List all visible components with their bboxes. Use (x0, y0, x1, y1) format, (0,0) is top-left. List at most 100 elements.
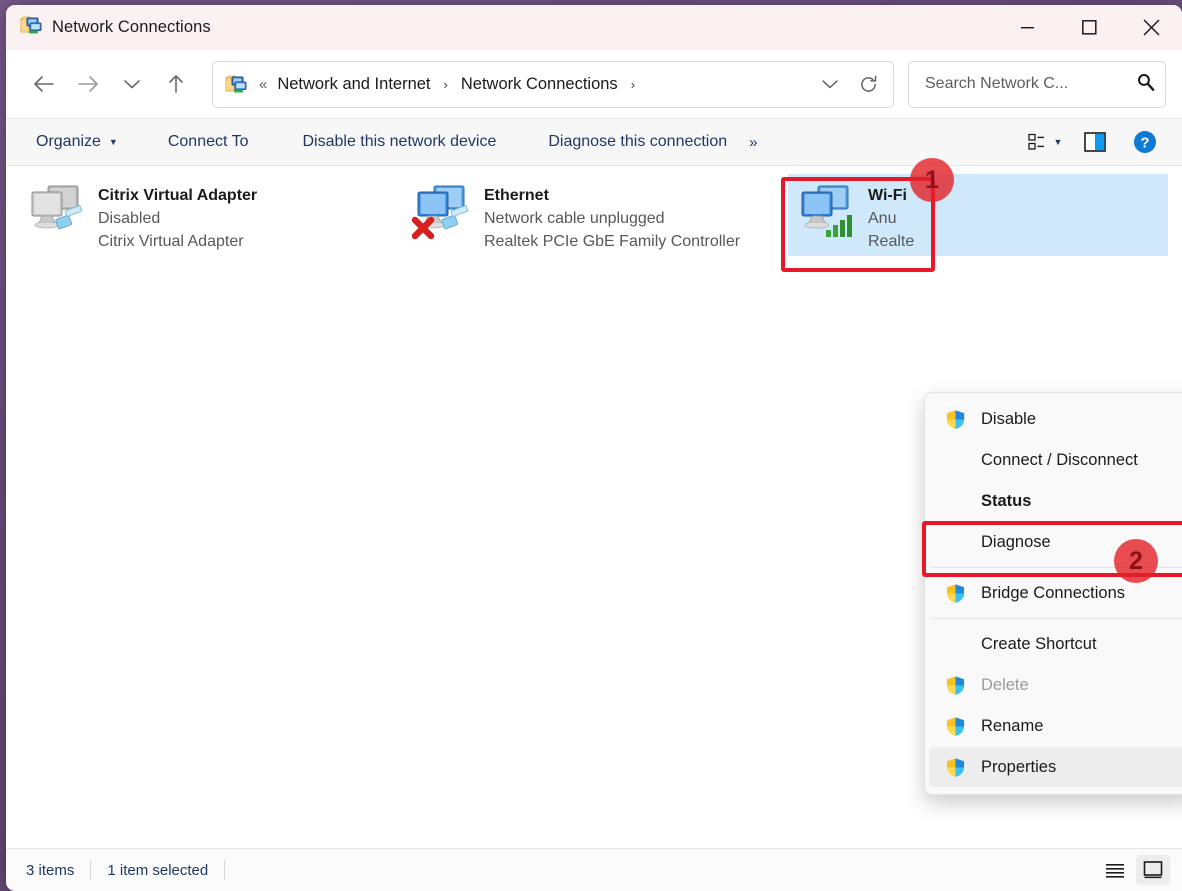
address-bar-icon (225, 74, 247, 94)
minimize-button[interactable] (996, 5, 1058, 50)
connection-status: Disabled (98, 210, 161, 228)
navigation-bar: « Network and Internet › Network Connect… (6, 50, 1182, 118)
recent-locations-button[interactable] (110, 64, 154, 104)
connection-tile-citrix-virtual-adapter[interactable]: Citrix Virtual Adapter Disabled Citrix V… (18, 174, 373, 256)
arrow-left-icon (34, 76, 54, 92)
breadcrumb-separator-icon: › (443, 76, 448, 92)
command-bar: Organize ▼ Connect To Disable this netwo… (6, 118, 1182, 166)
address-bar[interactable]: « Network and Internet › Network Connect… (212, 60, 894, 108)
close-button[interactable] (1120, 5, 1182, 50)
shield-icon (945, 583, 981, 604)
large-icons-view-button[interactable] (1136, 855, 1170, 885)
connection-tile-ethernet[interactable]: Ethernet Network cable unplugged Realtek… (404, 174, 789, 256)
preview-pane-icon (1084, 132, 1106, 152)
view-options-icon (1027, 133, 1044, 150)
chevron-down-icon (822, 80, 838, 89)
help-icon: ? (1134, 131, 1156, 153)
context-menu-properties[interactable]: Properties (929, 747, 1182, 787)
large-icons-view-icon (1143, 861, 1163, 879)
network-connections-window: Network Connections « Network and Intern… (6, 5, 1182, 891)
connection-name: Ethernet (484, 187, 549, 204)
shield-icon (945, 409, 981, 430)
status-divider (224, 860, 226, 880)
connection-info: Ethernet Network cable unplugged Realtek… (484, 180, 740, 254)
context-menu-separator (931, 618, 1182, 619)
adapter-wireless-icon (796, 180, 868, 246)
refresh-icon (860, 75, 876, 92)
context-menu-connect-disconnect[interactable]: Connect / Disconnect (929, 440, 1182, 480)
breadcrumb-overflow[interactable]: « (253, 76, 273, 93)
up-button[interactable] (154, 64, 198, 104)
refresh-button[interactable] (849, 66, 887, 102)
diagnose-connection-button[interactable]: Diagnose this connection (536, 127, 739, 157)
previous-locations-button[interactable] (811, 66, 849, 102)
help-button[interactable]: ? (1120, 125, 1170, 159)
command-bar-overflow-button[interactable]: » (739, 128, 767, 157)
screen: Network Connections « Network and Intern… (0, 0, 1182, 891)
context-menu-status[interactable]: Status (929, 481, 1182, 521)
status-bar: 3 items 1 item selected (6, 848, 1182, 891)
signal-bars-icon (826, 215, 852, 237)
breadcrumb-separator-icon: › (630, 76, 636, 92)
maximize-button[interactable] (1058, 5, 1120, 50)
search-icon[interactable] (1136, 72, 1155, 96)
context-menu-diagnose[interactable]: Diagnose (929, 522, 1182, 562)
item-count-label: 3 items (26, 861, 75, 879)
breadcrumb-network-and-internet[interactable]: Network and Internet (273, 71, 434, 98)
chevron-down-icon (124, 80, 140, 89)
connection-context-menu: Disable Connect / Disconnect Status Diag… (924, 392, 1182, 795)
forward-button[interactable] (66, 64, 110, 104)
search-box[interactable] (908, 60, 1166, 108)
context-menu-disable[interactable]: Disable (929, 399, 1182, 439)
context-menu-item-label: Status (981, 491, 1032, 510)
chevron-down-icon: ▼ (108, 137, 118, 147)
connection-name: Wi-Fi (868, 187, 907, 204)
connection-status: Network cable unplugged (484, 210, 665, 228)
details-view-icon (1106, 864, 1124, 878)
context-menu-bridge-connections[interactable]: Bridge Connections (929, 573, 1182, 613)
context-menu-item-label: Properties (981, 757, 1057, 776)
context-menu-item-label: Bridge Connections (981, 583, 1126, 602)
arrow-up-icon (169, 75, 183, 93)
connection-info: Wi-Fi Anu Realte (868, 180, 914, 254)
shield-icon (945, 757, 981, 778)
context-menu-item-label: Rename (981, 716, 1044, 735)
title-bar-left: Network Connections (6, 15, 211, 40)
breadcrumb-network-connections[interactable]: Network Connections (457, 71, 622, 98)
adapter-disabled-icon (26, 180, 98, 246)
adapter-unplugged-icon (411, 180, 484, 246)
status-divider (90, 860, 92, 880)
context-menu-item-label: Diagnose (981, 532, 1051, 551)
shield-icon (945, 716, 981, 737)
connection-device: Realtek PCIe GbE Family Controller (484, 233, 741, 251)
context-menu-rename[interactable]: Rename (929, 706, 1182, 746)
search-input[interactable] (923, 74, 1136, 94)
connection-name: Citrix Virtual Adapter (98, 187, 258, 204)
selection-label: 1 item selected (107, 861, 209, 879)
svg-text:?: ? (1140, 135, 1149, 152)
context-menu-delete: Delete (929, 665, 1182, 705)
connections-list: Citrix Virtual Adapter Disabled Citrix V… (6, 166, 1182, 850)
disable-network-device-button[interactable]: Disable this network device (291, 127, 509, 157)
view-options-button[interactable]: ▼ (1020, 125, 1070, 159)
connection-tile-wifi[interactable]: Wi-Fi Anu Realte (788, 174, 1168, 256)
arrow-right-icon (78, 76, 98, 92)
connection-device: Realte (868, 233, 915, 251)
context-menu-item-label: Connect / Disconnect (981, 450, 1138, 469)
chevron-down-icon: ▼ (1053, 137, 1063, 147)
back-button[interactable] (22, 64, 66, 104)
context-menu-item-label: Disable (981, 409, 1037, 428)
organize-button[interactable]: Organize ▼ (24, 127, 130, 157)
window-controls (996, 5, 1182, 50)
connect-to-button[interactable]: Connect To (156, 127, 261, 157)
details-view-button[interactable] (1098, 855, 1132, 885)
context-menu-create-shortcut[interactable]: Create Shortcut (929, 624, 1182, 664)
organize-label: Organize (36, 133, 101, 150)
connection-device: Citrix Virtual Adapter (98, 233, 244, 251)
connection-status: Anu (868, 210, 897, 228)
connection-info: Citrix Virtual Adapter Disabled Citrix V… (98, 180, 257, 254)
context-menu-item-label: Delete (981, 675, 1029, 694)
context-menu-separator (931, 567, 1182, 568)
preview-pane-button[interactable] (1070, 125, 1120, 159)
network-connections-icon (19, 15, 42, 40)
